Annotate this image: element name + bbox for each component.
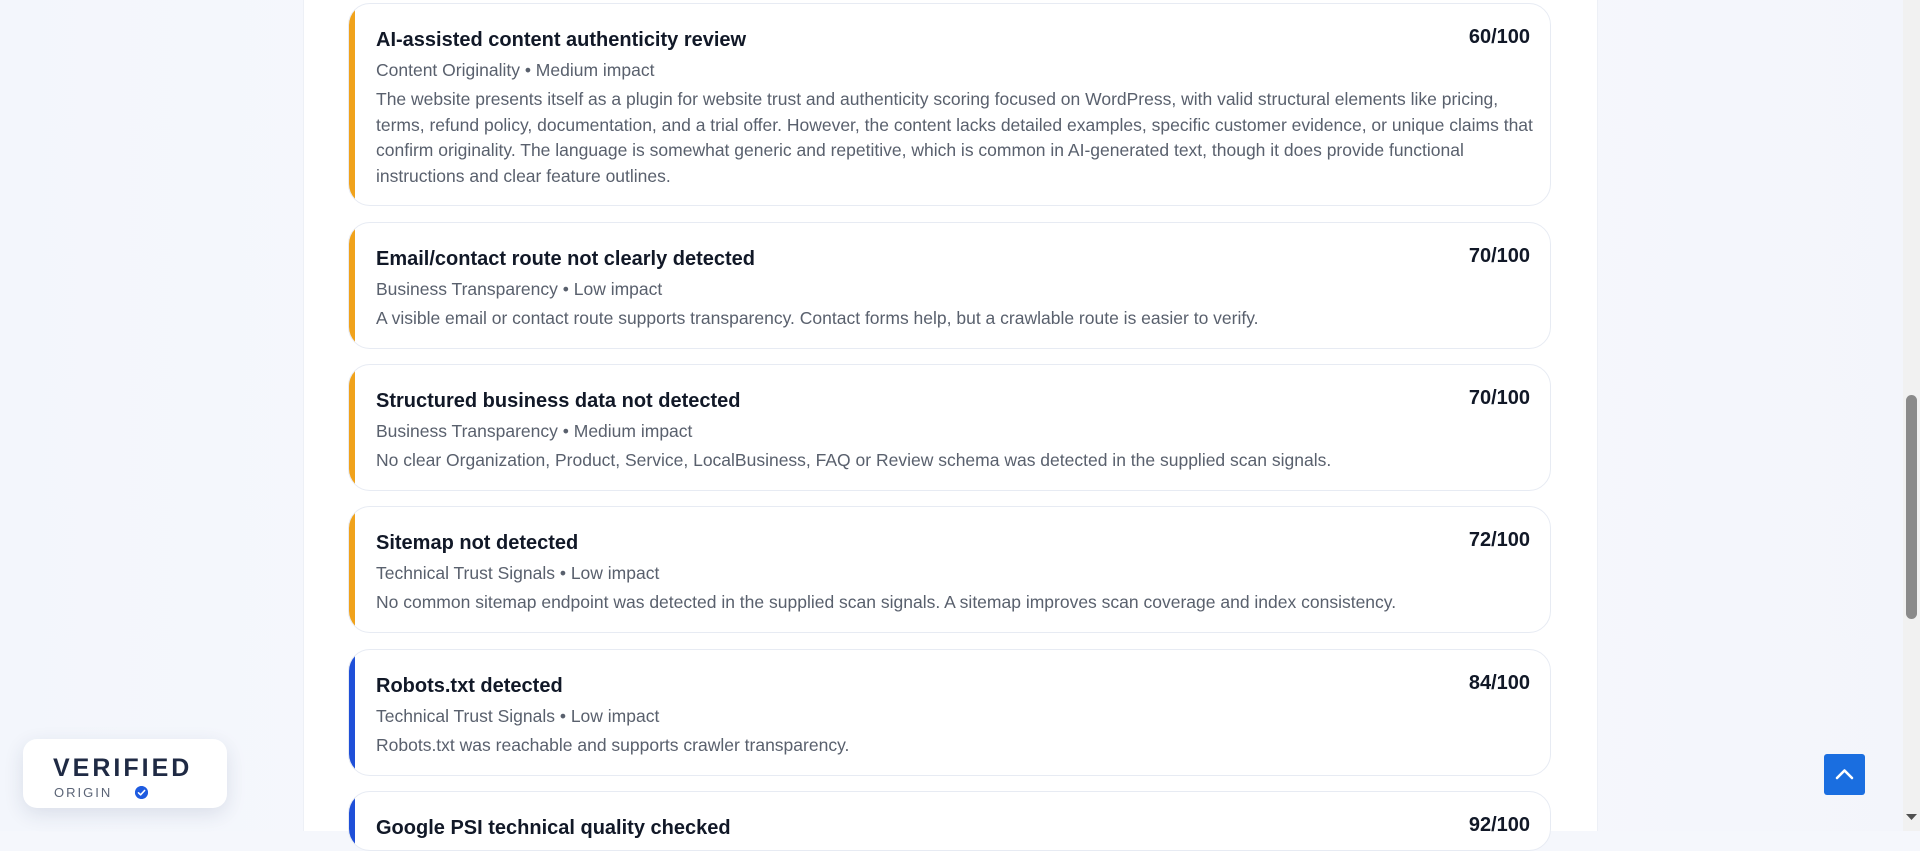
severity-accent-bar — [349, 223, 355, 348]
badge-wordmark: VERIFIED — [53, 754, 193, 782]
severity-accent-bar — [349, 792, 355, 850]
finding-category: Content Originality • Medium impact — [376, 60, 655, 80]
finding-description: A visible email or contact route support… — [376, 308, 1259, 328]
finding-score: 70/100 — [1468, 387, 1530, 409]
finding-title: Google PSI technical quality checked — [376, 817, 731, 839]
finding-card: Structured business data not detected 70… — [348, 364, 1551, 491]
finding-card: Google PSI technical quality checked 92/… — [348, 791, 1551, 851]
finding-card: Email/contact route not clearly detected… — [348, 222, 1551, 349]
finding-category: Technical Trust Signals • Low impact — [376, 563, 660, 583]
finding-description: No clear Organization, Product, Service,… — [376, 450, 1332, 470]
finding-description: No common sitemap endpoint was detected … — [376, 592, 1397, 612]
finding-category: Technical Trust Signals • Low impact — [376, 706, 660, 726]
triangle-down-icon[interactable] — [1905, 812, 1918, 822]
finding-description: Robots.txt was reachable and supports cr… — [376, 735, 850, 755]
finding-card: Robots.txt detected 84/100 Technical Tru… — [348, 649, 1551, 776]
finding-title: Email/contact route not clearly detected — [376, 248, 755, 270]
finding-title: Structured business data not detected — [376, 390, 741, 412]
severity-accent-bar — [349, 507, 355, 632]
finding-card: Sitemap not detected 72/100 Technical Tr… — [348, 506, 1551, 633]
severity-accent-bar — [349, 4, 355, 205]
back-to-top-button[interactable] — [1824, 754, 1865, 795]
finding-score: 72/100 — [1468, 529, 1530, 551]
finding-title: AI-assisted content authenticity review — [376, 29, 747, 51]
finding-category: Business Transparency • Medium impact — [376, 421, 693, 441]
finding-card: AI-assisted content authenticity review … — [348, 3, 1551, 206]
badge-subtitle: ORIGIN — [54, 785, 113, 800]
finding-description: The website presents itself as a plugin … — [376, 89, 1533, 186]
finding-score: 92/100 — [1468, 814, 1530, 836]
chevron-up-icon — [1835, 769, 1854, 780]
verified-origin-badge[interactable]: VERIFIED ORIGIN — [23, 739, 227, 808]
finding-category: Business Transparency • Low impact — [376, 279, 663, 299]
finding-title: Sitemap not detected — [376, 532, 579, 554]
check-circle-icon — [135, 786, 148, 799]
finding-title: Robots.txt detected — [376, 675, 563, 697]
scrollbar-thumb[interactable] — [1906, 395, 1917, 619]
finding-score: 70/100 — [1468, 245, 1530, 267]
finding-score: 84/100 — [1468, 672, 1530, 694]
severity-accent-bar — [349, 365, 355, 490]
finding-score: 60/100 — [1468, 26, 1530, 48]
severity-accent-bar — [349, 650, 355, 775]
